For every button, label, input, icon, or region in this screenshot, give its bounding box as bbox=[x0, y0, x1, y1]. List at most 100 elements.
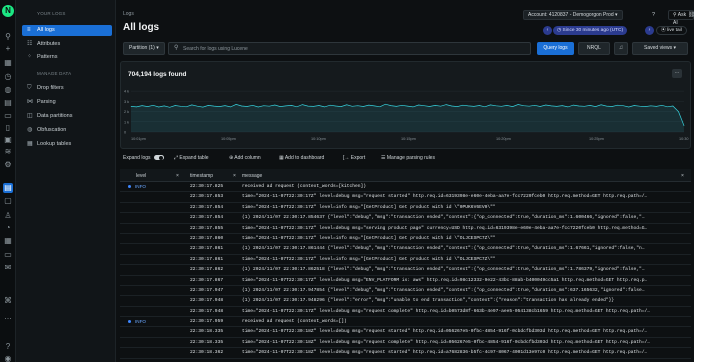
search-input[interactable] bbox=[183, 44, 523, 53]
logs-icon[interactable]: ▤ bbox=[3, 183, 13, 193]
partitions-icon: ◫ bbox=[27, 113, 33, 119]
message-cell: (1) 2024/11/07 22:30:17.947854 {"level":… bbox=[242, 287, 645, 293]
add-to-dashboard-button[interactable]: ▦ Add to dashboard bbox=[279, 153, 324, 163]
logs-subnav: YOUR LOGS ≡ All logs ☷ Attributes ⁘ Patt… bbox=[16, 0, 116, 362]
data-point bbox=[263, 105, 264, 106]
file-icon[interactable]: ▢ bbox=[3, 196, 13, 206]
subnav-item-all-logs[interactable]: ≡ All logs bbox=[22, 25, 112, 36]
subnav-item-data-partitions[interactable]: ◫ Data partitions bbox=[22, 111, 112, 122]
message-cell: time="2024-11-07T22:30:17Z" level=debug … bbox=[242, 225, 648, 231]
partition-dropdown[interactable]: Partition (1) ▾ bbox=[123, 42, 165, 55]
table-row[interactable]: INFO 22:30:17.959 received ad request (con… bbox=[120, 317, 691, 328]
page-margin bbox=[694, 0, 703, 362]
table-row[interactable]: 22:30:18.335 time="2024-11-07T22:30:18Z" … bbox=[120, 338, 691, 349]
table-row[interactable]: 22:30:17.860 time="2024-11-07T22:30:17Z" … bbox=[120, 234, 691, 245]
data-point bbox=[490, 104, 491, 106]
data-point bbox=[512, 106, 513, 107]
table-row[interactable]: 22:30:18.335 time="2024-11-07T22:30:18Z" … bbox=[120, 327, 691, 338]
data-point bbox=[517, 104, 519, 105]
subnav-item-parsing[interactable]: ⋈ Parsing bbox=[22, 97, 112, 108]
window-icon[interactable]: ▭ bbox=[3, 250, 13, 260]
log-table-body: INFO 22:30:17.825 received ad request (con… bbox=[120, 182, 691, 359]
column-header-level[interactable]: level bbox=[136, 173, 146, 179]
time-next-chevron-icon[interactable]: › bbox=[645, 26, 654, 35]
table-row[interactable]: 22:30:17.854 time="2024-11-07T22:30:17Z" … bbox=[120, 203, 691, 214]
chart-more-menu-icon[interactable]: ··· bbox=[672, 69, 682, 78]
user-circle-icon[interactable]: ◉ bbox=[3, 354, 13, 362]
newrelic-logo-icon[interactable]: N bbox=[2, 5, 14, 17]
time-prev-chevron-icon[interactable]: ‹ bbox=[543, 26, 552, 35]
query-logs-button[interactable]: Query logs bbox=[537, 42, 574, 55]
globe-icon[interactable]: ◍ bbox=[3, 85, 13, 95]
box-icon[interactable]: ▣ bbox=[3, 135, 13, 145]
user-icon[interactable]: ♙ bbox=[3, 211, 13, 221]
subnav-item-lookup-tables[interactable]: ▦ Lookup tables bbox=[22, 139, 112, 150]
table-row[interactable]: 22:30:18.362 time="2024-11-07T22:30:18Z" … bbox=[120, 348, 691, 359]
dashboard-icon[interactable]: ▤ bbox=[3, 98, 13, 108]
search-icon[interactable]: ⚲ bbox=[3, 32, 13, 42]
time-range-picker[interactable]: ◷ Since 30 minutes ago (UTC) bbox=[553, 26, 628, 35]
clock2-icon[interactable]: ◔ bbox=[3, 223, 13, 233]
mail-icon[interactable]: ✉ bbox=[3, 263, 13, 273]
nrql-button[interactable]: NRQL bbox=[578, 42, 610, 55]
expand-table-button[interactable]: ⤢ Expand table bbox=[174, 153, 209, 163]
x-tick-label: 10:15pm bbox=[401, 137, 416, 141]
alert-bell-icon[interactable]: ♫ bbox=[614, 42, 628, 55]
clock-icon[interactable]: ◷ bbox=[3, 72, 13, 82]
timestamp-cell: 22:30:17.947 bbox=[190, 287, 224, 293]
data-point bbox=[246, 106, 248, 107]
data-point bbox=[501, 106, 502, 107]
more-icon[interactable]: … bbox=[3, 312, 13, 322]
table-row[interactable]: INFO 22:30:17.825 received ad request (con… bbox=[120, 182, 691, 193]
saved-views-dropdown[interactable]: Saved views ▾ bbox=[632, 42, 688, 55]
remove-column-icon[interactable]: × bbox=[681, 173, 684, 179]
expand-logs-toggle[interactable]: Expand logs bbox=[123, 153, 164, 163]
table-row[interactable]: 22:30:17.853 time="2024-11-07T22:30:17Z" … bbox=[120, 192, 691, 203]
table-row[interactable]: 22:30:17.855 time="2024-11-07T22:30:17Z" … bbox=[120, 224, 691, 234]
table-row[interactable]: 22:30:17.854 (1) 2024/11/07 22:30:17.8546… bbox=[120, 213, 691, 224]
subnav-item-drop-filters[interactable]: ⛉ Drop filters bbox=[22, 83, 112, 94]
live-tail-button[interactable]: ⦿ live tail bbox=[656, 26, 687, 35]
data-point bbox=[241, 105, 242, 107]
data-point bbox=[340, 106, 342, 107]
table-row[interactable]: 22:30:17.948 time="2024-11-07T22:30:17Z" … bbox=[120, 307, 691, 318]
toggle-switch[interactable] bbox=[153, 155, 164, 161]
message-cell: (1) 2024/11/07 22:30:17.862518 {"level":… bbox=[242, 267, 645, 273]
plus-icon[interactable]: + bbox=[3, 44, 13, 54]
column-header-message[interactable]: message bbox=[242, 173, 262, 179]
subnav-item-label: Drop filters bbox=[37, 85, 64, 91]
manage-parsing-rules-button[interactable]: ☰ Manage parsing rules bbox=[381, 153, 435, 163]
table-row[interactable]: 22:30:17.867 time="2024-11-07T22:30:17Z" … bbox=[120, 276, 691, 286]
data-point bbox=[567, 106, 569, 108]
y-tick-label: 3 k bbox=[124, 100, 129, 104]
remove-column-icon[interactable]: × bbox=[233, 173, 236, 179]
help-icon[interactable]: ? bbox=[3, 342, 13, 352]
table-row[interactable]: 22:30:17.862 (1) 2024/11/07 22:30:17.8625… bbox=[120, 265, 691, 276]
table-row[interactable]: 22:30:17.861 (1) 2024/11/07 22:30:17.8614… bbox=[120, 244, 691, 255]
grid-icon[interactable]: ▦ bbox=[3, 58, 13, 68]
subnav-item-obfuscation[interactable]: ◍ Obfuscation bbox=[22, 125, 112, 136]
remove-column-icon[interactable]: × bbox=[176, 173, 179, 179]
timestamp-cell: 22:30:17.959 bbox=[190, 319, 224, 325]
gear-icon[interactable]: ⚙ bbox=[3, 160, 13, 170]
layers-icon[interactable]: ≋ bbox=[3, 147, 13, 157]
help-icon[interactable]: ? bbox=[652, 10, 655, 20]
cmd-icon[interactable]: ⌘ bbox=[3, 296, 13, 306]
table-row[interactable]: 22:30:17.947 (1) 2024/11/07 22:30:17.9478… bbox=[120, 286, 691, 297]
table-row[interactable]: 22:30:17.861 time="2024-11-07T22:30:17Z" … bbox=[120, 255, 691, 266]
search-bar[interactable]: ⚲ bbox=[168, 42, 531, 55]
subnav-item-patterns[interactable]: ⁘ Patterns bbox=[22, 52, 112, 63]
mobile-icon[interactable]: ▯ bbox=[3, 123, 13, 133]
table-row[interactable]: 22:30:17.948 (1) 2024/11/07 22:30:17.9482… bbox=[120, 296, 691, 307]
subnav-item-attributes[interactable]: ☷ Attributes bbox=[22, 39, 112, 50]
export-button[interactable]: [→ Export bbox=[343, 153, 365, 163]
calendar-icon[interactable]: ▦ bbox=[3, 236, 13, 246]
account-switcher[interactable]: Account: 4120837 - Demogorgon Prod ▾ bbox=[523, 10, 623, 20]
breadcrumb[interactable]: Logs bbox=[123, 11, 134, 17]
data-point bbox=[285, 105, 287, 107]
browser-icon[interactable]: ▭ bbox=[3, 111, 13, 121]
column-header-timestamp[interactable]: timestamp bbox=[190, 173, 213, 179]
data-point bbox=[180, 106, 182, 107]
add-column-button[interactable]: ⊕ Add column bbox=[229, 153, 261, 163]
subnav-item-label: Obfuscation bbox=[37, 127, 67, 133]
